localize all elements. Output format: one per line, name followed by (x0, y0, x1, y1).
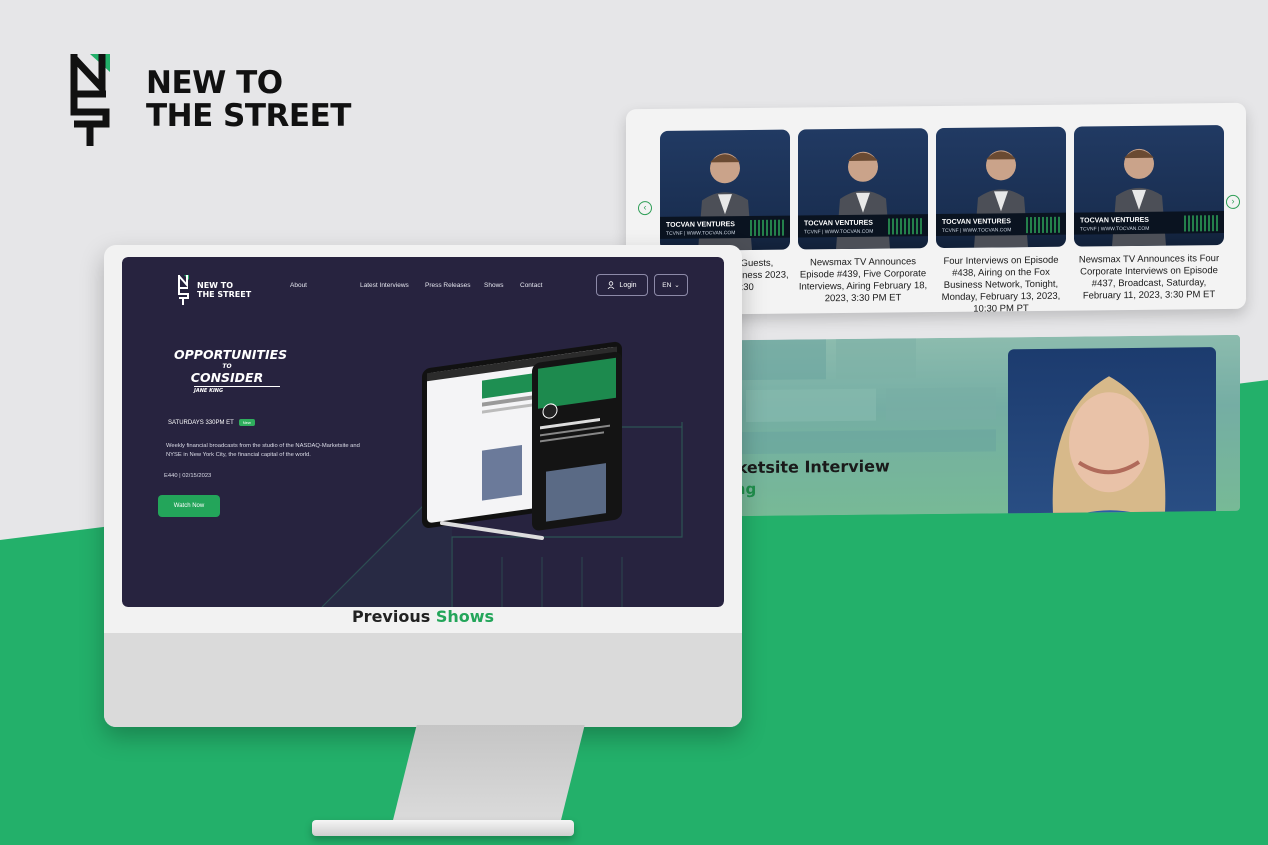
login-label: Login (619, 281, 637, 289)
chevron-down-icon: ⌄ (674, 282, 680, 289)
lower-third-name: TOCVAN VENTURES (804, 219, 873, 228)
video-thumbnail: TOCVAN VENTURES TCVNF | WWW.TOCVAN.COM (798, 128, 928, 250)
title-line-3: CONSIDER (190, 370, 264, 385)
video-thumbnail: TOCVAN VENTURES TCVNF | WWW.TOCVAN.COM (1074, 125, 1224, 247)
monitor-chin (104, 633, 742, 727)
nav-press-releases[interactable]: Press Releases (425, 282, 471, 289)
nav-contact[interactable]: Contact (520, 282, 542, 289)
language-label: EN (662, 281, 672, 289)
nts-logo-icon (70, 54, 110, 146)
previous-shows-heading: Previous Shows (104, 607, 742, 626)
lower-third-url: TCVNF | WWW.TOCVAN.COM (666, 230, 736, 237)
feature-title: arketsite Interview (718, 456, 890, 478)
brand-line-1: NEW TO (146, 65, 283, 101)
carousel-card[interactable]: TOCVAN VENTURES TCVNF | WWW.TOCVAN.COM N… (1074, 125, 1224, 303)
brand-wordmark: NEW TO THE STREET (146, 67, 351, 133)
show-schedule: SATURDAYS 330PM ET New (168, 419, 255, 426)
previous-label: Previous (351, 607, 431, 626)
lower-third-name: TOCVAN VENTURES (1080, 216, 1149, 225)
host-photo (1008, 347, 1216, 518)
site-logo[interactable]: NEW TO THE STREET (178, 275, 251, 305)
watch-now-button[interactable]: Watch Now (158, 495, 220, 517)
desktop-monitor: NEW TO THE STREET About Latest Interview… (104, 245, 742, 727)
site-logo-line-2: THE STREET (197, 290, 252, 299)
carousel-card[interactable]: TOCVAN VENTURES TCVNF | WWW.TOCVAN.COM F… (936, 126, 1066, 316)
nav-latest-interviews[interactable]: Latest Interviews (360, 282, 409, 289)
nts-logo-icon (178, 275, 189, 305)
title-line-2: TO (222, 363, 232, 370)
carousel-card[interactable]: TOCVAN VENTURES TCVNF | WWW.TOCVAN.COM N… (798, 128, 928, 305)
card-title[interactable]: Newsmax TV Announces Episode #439, Five … (798, 256, 928, 305)
chevron-left-icon: ‹ (643, 202, 647, 213)
website-homepage: NEW TO THE STREET About Latest Interview… (122, 257, 724, 607)
user-icon (608, 281, 615, 289)
brand-logo: NEW TO THE STREET (70, 54, 351, 146)
title-line-1: OPPORTUNITIES (174, 347, 288, 362)
chevron-right-icon: › (1231, 195, 1235, 206)
site-logo-line-1: NEW TO (197, 281, 234, 290)
card-title[interactable]: Newsmax TV Announces its Four Corporate … (1074, 253, 1224, 303)
host-image (1044, 376, 1174, 518)
episode-info: E440 | 02/15/2023 (164, 473, 212, 479)
lower-third-name: TOCVAN VENTURES (666, 221, 735, 229)
lower-third-name: TOCVAN VENTURES (942, 218, 1011, 226)
video-thumbnail: TOCVAN VENTURES TCVNF | WWW.TOCVAN.COM (660, 129, 790, 251)
brand-line-2: THE STREET (146, 98, 351, 134)
new-badge: New (238, 419, 255, 426)
title-host: JANE KING (194, 386, 280, 394)
tablet-mockup-image (422, 341, 622, 540)
lower-third-url: TCVNF | WWW.TOCVAN.COM (804, 228, 874, 236)
monitor-stand-neck (391, 725, 585, 827)
monitor-screen: NEW TO THE STREET About Latest Interview… (122, 257, 724, 607)
nav-about[interactable]: About (290, 282, 307, 289)
lower-third-url: TCVNF | WWW.TOCVAN.COM (1080, 225, 1150, 233)
carousel-next-button[interactable]: › (1226, 194, 1240, 210)
show-title: OPPORTUNITIES TO CONSIDER JANE KING (174, 347, 288, 394)
carousel-prev-button[interactable]: ‹ (638, 201, 652, 216)
video-thumbnail: TOCVAN VENTURES TCVNF | WWW.TOCVAN.COM (936, 126, 1066, 249)
schedule-text: SATURDAYS 330PM ET (168, 419, 234, 426)
lower-third-url: TCVNF | WWW.TOCVAN.COM (942, 227, 1012, 234)
login-button[interactable]: Login (596, 274, 648, 296)
nav-shows[interactable]: Shows (484, 282, 504, 289)
language-select[interactable]: EN ⌄ (654, 274, 688, 296)
monitor-stand-base (312, 820, 574, 836)
show-description: Weekly financial broadcasts from the stu… (166, 443, 360, 458)
shows-label: Shows (435, 607, 495, 626)
card-title[interactable]: Four Interviews on Episode #438, Airing … (936, 255, 1066, 316)
